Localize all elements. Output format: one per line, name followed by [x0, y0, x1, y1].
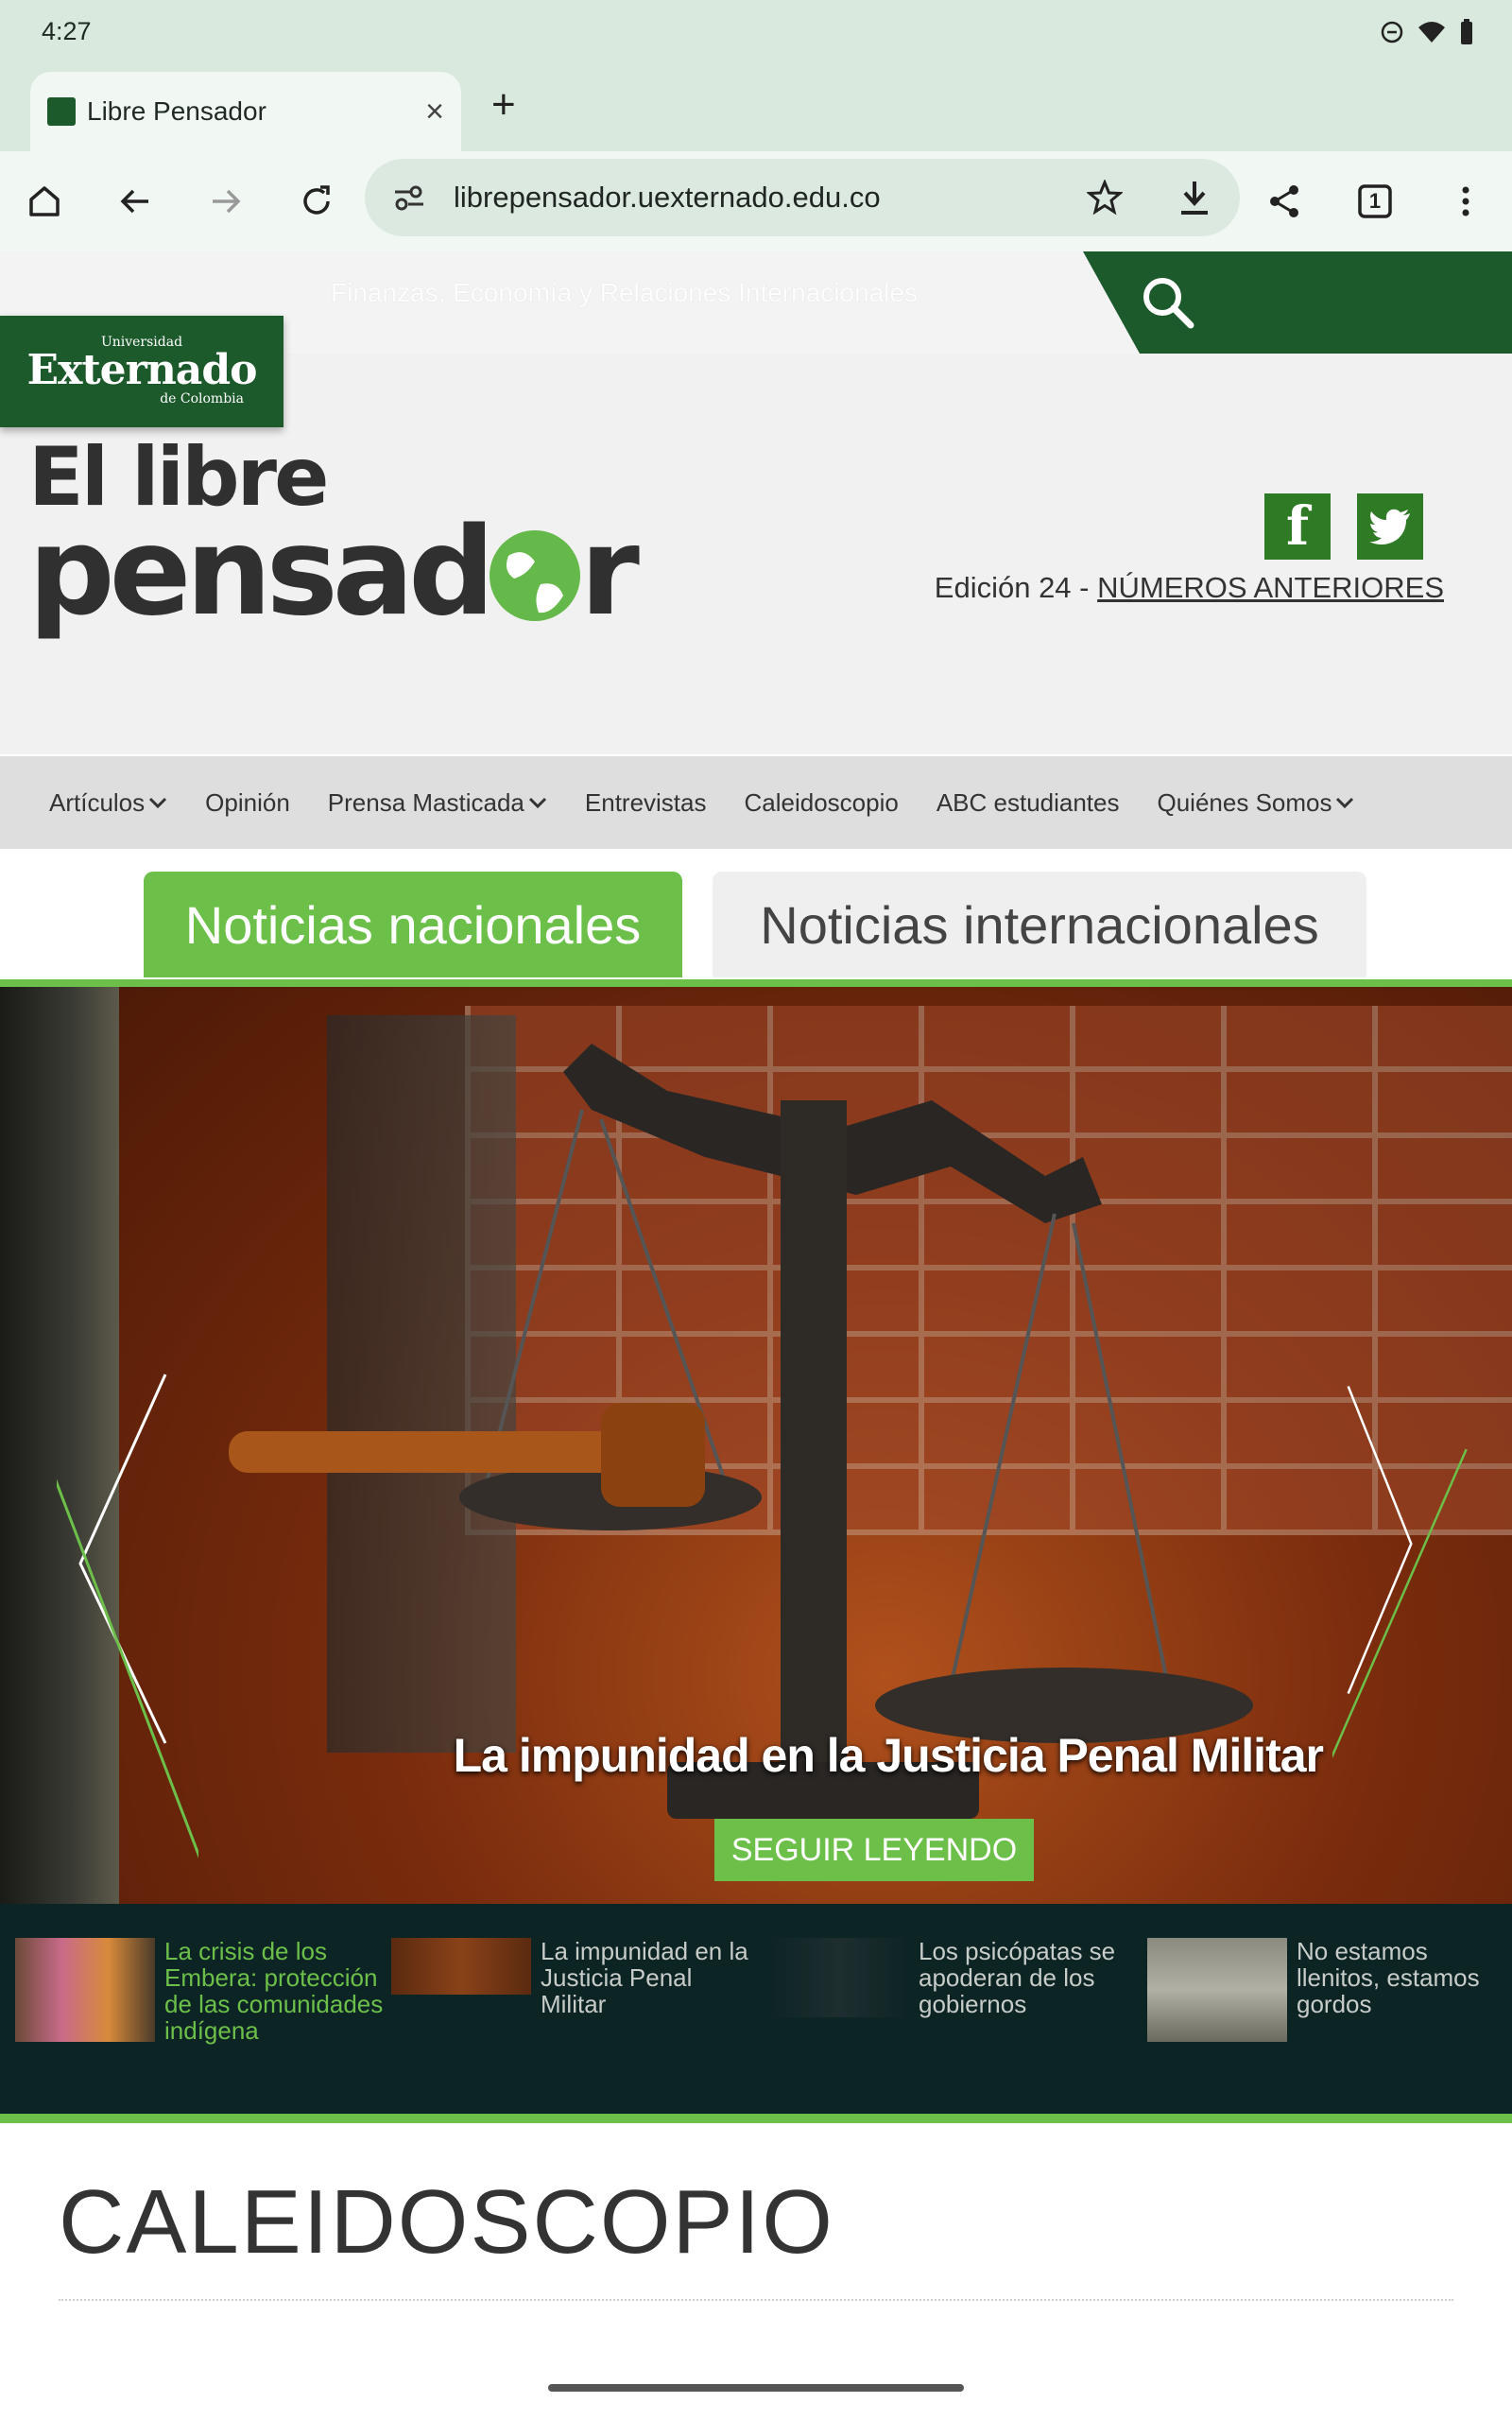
- menu-item-label: Entrevistas: [584, 787, 707, 817]
- close-tab-icon[interactable]: ×: [425, 94, 444, 130]
- thumbnail-image: [769, 1938, 909, 2017]
- site-favicon-icon: [47, 97, 76, 126]
- thumbnail-item[interactable]: La impunidad en la Justicia Penal Milita…: [391, 1938, 760, 2017]
- wifi-icon: [1418, 22, 1445, 43]
- thumbnail-text: La crisis de los Embera: protección de l…: [164, 1937, 384, 2045]
- browser-tab[interactable]: Libre Pensador ×: [30, 72, 461, 151]
- previous-issues-link[interactable]: NÚMEROS ANTERIORES: [1097, 571, 1444, 604]
- twitter-icon[interactable]: [1357, 493, 1423, 560]
- menu-item-quiénes-somos[interactable]: Quiénes Somos: [1158, 788, 1355, 818]
- share-icon[interactable]: [1259, 176, 1310, 227]
- thumbnail-image: [15, 1938, 155, 2042]
- url-text: librepensador.uexternado.edu.co: [454, 181, 881, 214]
- reload-icon[interactable]: [291, 176, 342, 227]
- tab-title: Libre Pensador: [87, 96, 266, 126]
- address-bar[interactable]: librepensador.uexternado.edu.co: [365, 159, 1240, 236]
- tabs-underline: [0, 979, 1512, 987]
- download-icon[interactable]: [1177, 179, 1211, 216]
- facebook-letter: f: [1285, 495, 1310, 558]
- thumbnail-item[interactable]: La crisis de los Embera: protección de l…: [15, 1938, 384, 2044]
- menu-item-label: Quiénes Somos: [1157, 787, 1332, 817]
- menu-item-label: Opinión: [205, 787, 290, 817]
- thumbnails-underline: [0, 2114, 1512, 2123]
- ticker-text[interactable]: Finanzas, Economía y Relaciones Internac…: [331, 278, 918, 308]
- thumbnail-item[interactable]: No estamos llenitos, estamos gordos: [1147, 1938, 1512, 2042]
- menu-item-abc-estudiantes[interactable]: ABC estudiantes: [936, 788, 1120, 818]
- main-menu: Artículos Opinión Prensa Masticada Entrevis…: [0, 756, 1512, 849]
- slide-headline[interactable]: La impunidad en la Justicia Penal Milita…: [0, 1728, 1324, 1783]
- chevron-down-icon: [149, 797, 167, 809]
- logo-line2b: r: [579, 502, 640, 643]
- el-libre-pensador-logo[interactable]: El libre pensad r: [28, 435, 640, 633]
- thumbnail-image: [391, 1938, 531, 1995]
- tab-switcher-button[interactable]: 1: [1349, 176, 1400, 227]
- forward-arrow-icon[interactable]: [200, 176, 251, 227]
- logo-line2a: pensad: [28, 502, 495, 643]
- next-slide-arrow-icon[interactable]: [1332, 987, 1474, 1904]
- news-tabs: Noticias nacionales Noticias internacion…: [0, 872, 1512, 981]
- externado-logo[interactable]: Universidad Externado de Colombia: [0, 316, 284, 427]
- status-time: 4:27: [42, 17, 92, 45]
- thumbnail-text: Los psicópatas se apoderan de los gobier…: [919, 1937, 1116, 2018]
- status-icons: [1380, 19, 1474, 45]
- site-settings-icon[interactable]: [393, 183, 425, 212]
- menu-item-label: Artículos: [49, 787, 146, 817]
- status-bar: 4:27: [0, 0, 1512, 68]
- menu-item-entrevistas[interactable]: Entrevistas: [585, 788, 707, 818]
- chevron-down-icon: [528, 797, 546, 809]
- search-icon: [1143, 278, 1194, 329]
- thumbnail-image: [1147, 1938, 1287, 2042]
- tab-count: 1: [1368, 189, 1382, 213]
- globe-icon: [489, 530, 580, 621]
- menu-item-label: Prensa Masticada: [327, 787, 524, 817]
- battery-icon: [1461, 19, 1472, 44]
- tab-noticias-nacionales[interactable]: Noticias nacionales: [144, 872, 682, 977]
- new-tab-icon[interactable]: +: [491, 81, 516, 129]
- section-title: CALEIDOSCOPIO: [59, 2171, 834, 2273]
- thumbnail-item[interactable]: Los psicópatas se apoderan de los gobier…: [769, 1938, 1138, 2017]
- logo-line2: pensad r: [28, 512, 640, 633]
- menu-item-label: Caleidoscopio: [744, 787, 899, 817]
- menu-item-opinión[interactable]: Opinión: [205, 788, 290, 818]
- thumbnail-text: No estamos llenitos, estamos gordos: [1297, 1937, 1480, 2018]
- chevron-down-icon: [1336, 797, 1354, 809]
- section-divider: [59, 2299, 1453, 2301]
- tab-noticias-internacionales[interactable]: Noticias internacionales: [713, 872, 1366, 977]
- bookmark-star-icon[interactable]: [1087, 180, 1123, 216]
- read-more-button[interactable]: SEGUIR LEYENDO: [714, 1819, 1034, 1881]
- back-arrow-icon[interactable]: [110, 176, 161, 227]
- edition-label: Edición 24 -: [934, 571, 1098, 604]
- gesture-nav-bar[interactable]: [548, 2384, 964, 2392]
- thumbnail-text: La impunidad en la Justicia Penal Milita…: [541, 1937, 748, 2018]
- slider-thumbnails: La crisis de los Embera: protección de l…: [0, 1904, 1512, 2114]
- do-not-disturb-icon: [1381, 21, 1403, 43]
- badge-main-text: Externado: [26, 346, 258, 394]
- more-menu-icon[interactable]: [1440, 176, 1491, 227]
- tab-strip: Libre Pensador × +: [0, 68, 1512, 151]
- menu-item-prensa-masticada[interactable]: Prensa Masticada: [328, 788, 547, 818]
- home-icon[interactable]: [19, 176, 70, 227]
- search-button[interactable]: [1083, 251, 1512, 354]
- edition-info: Edición 24 - NÚMEROS ANTERIORES: [935, 571, 1444, 605]
- menu-item-caleidoscopio[interactable]: Caleidoscopio: [745, 788, 899, 818]
- menu-item-label: ABC estudiantes: [936, 787, 1120, 817]
- facebook-icon[interactable]: f: [1264, 493, 1331, 560]
- menu-item-artículos[interactable]: Artículos: [49, 788, 167, 818]
